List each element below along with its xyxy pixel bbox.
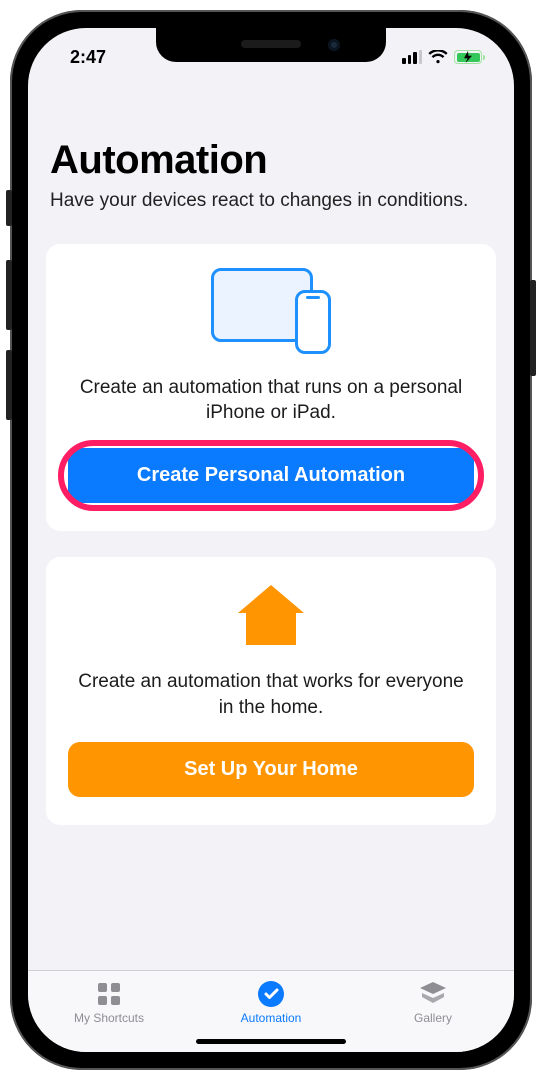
phone-frame: 2:47 Automation Have your devices react … [10, 10, 532, 1070]
tab-label: Automation [190, 1011, 352, 1025]
grid-icon [28, 979, 190, 1009]
personal-automation-card: Create an automation that runs on a pers… [46, 244, 496, 531]
home-icon [68, 581, 474, 651]
content-area: Automation Have your devices react to ch… [28, 78, 514, 970]
automation-clock-icon [190, 979, 352, 1009]
page-subtitle: Have your devices react to changes in co… [46, 189, 496, 214]
tab-my-shortcuts[interactable]: My Shortcuts [28, 979, 190, 1025]
home-automation-description: Create an automation that works for ever… [74, 669, 468, 720]
setup-home-button[interactable]: Set Up Your Home [68, 742, 474, 797]
tab-label: My Shortcuts [28, 1011, 190, 1025]
status-time: 2:47 [70, 47, 106, 68]
tab-label: Gallery [352, 1011, 514, 1025]
personal-automation-description: Create an automation that runs on a pers… [74, 375, 468, 426]
page-title: Automation [46, 138, 496, 183]
tab-automation[interactable]: Automation [190, 979, 352, 1025]
tab-gallery[interactable]: Gallery [352, 979, 514, 1025]
screen: 2:47 Automation Have your devices react … [28, 28, 514, 1052]
wifi-icon [428, 50, 448, 64]
create-personal-automation-button[interactable]: Create Personal Automation [68, 448, 474, 503]
battery-charging-icon [454, 50, 482, 64]
home-indicator[interactable] [196, 1039, 346, 1044]
devices-icon [211, 268, 331, 352]
home-automation-card: Create an automation that works for ever… [46, 557, 496, 825]
notch [156, 28, 386, 62]
cellular-icon [402, 50, 422, 64]
gallery-stack-icon [352, 979, 514, 1009]
